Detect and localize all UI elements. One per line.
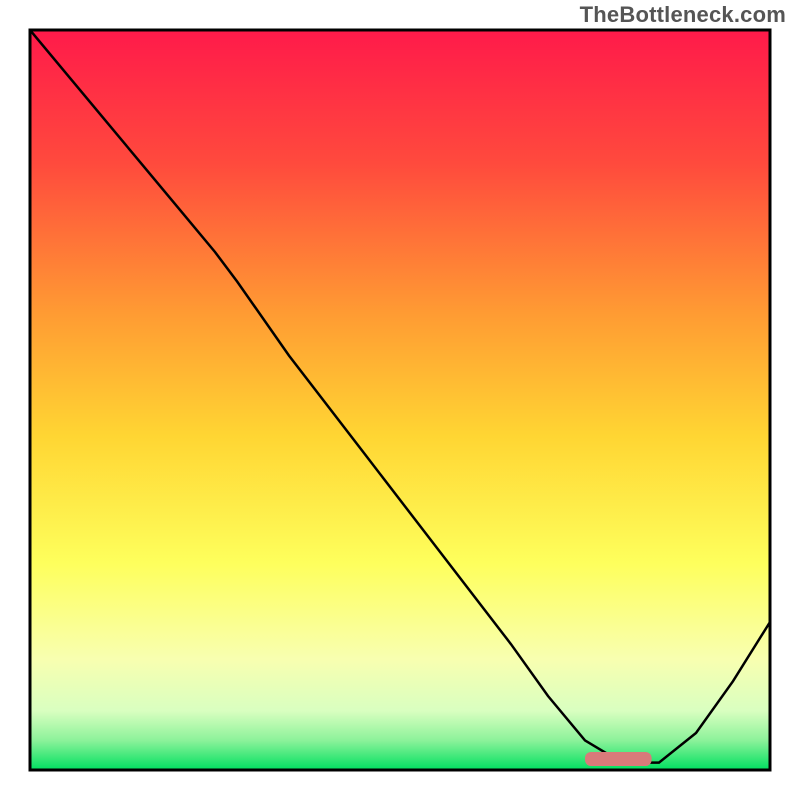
watermark-text: TheBottleneck.com <box>580 2 786 28</box>
chart-svg <box>0 0 800 800</box>
optimal-range-marker <box>585 752 652 766</box>
plot-background <box>30 30 770 770</box>
chart-container: TheBottleneck.com <box>0 0 800 800</box>
